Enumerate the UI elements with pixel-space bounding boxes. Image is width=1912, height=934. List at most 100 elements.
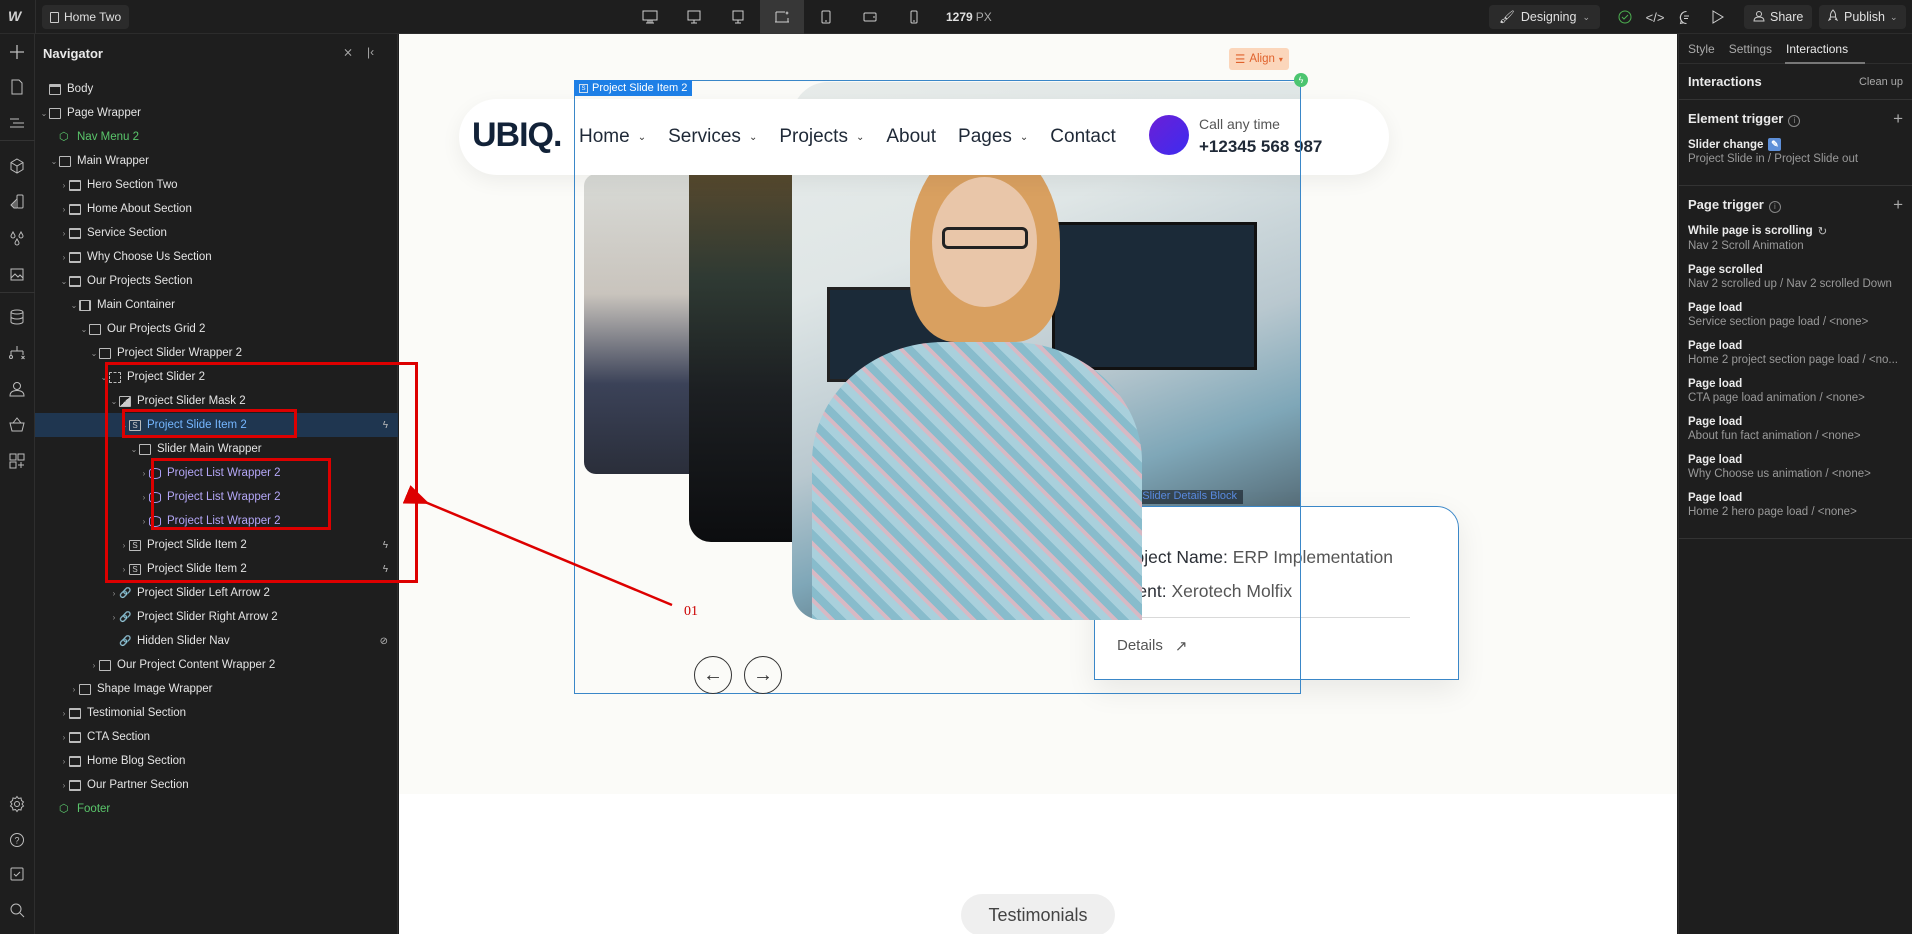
navigator-item[interactable]: › Testimonial Section: [35, 701, 398, 725]
chevron-right-icon[interactable]: ›: [119, 541, 129, 550]
pages-icon[interactable]: [7, 77, 27, 97]
add-element-trigger-button[interactable]: +: [1893, 109, 1903, 129]
canvas-width-readout[interactable]: 1279 PX: [946, 10, 992, 24]
comment-icon[interactable]: [1677, 8, 1695, 26]
navigator-item[interactable]: 🔗 Hidden Slider Nav ⊘: [35, 629, 398, 653]
chevron-down-icon[interactable]: ⌄: [59, 277, 69, 286]
align-button[interactable]: ☰ Align ▾: [1229, 48, 1289, 70]
chevron-down-icon[interactable]: ⌄: [119, 421, 129, 430]
navigator-item[interactable]: › Hero Section Two: [35, 173, 398, 197]
chevron-right-icon[interactable]: ›: [59, 757, 69, 766]
laptop-star-icon[interactable]: [760, 0, 804, 34]
desktop-icon[interactable]: [672, 0, 716, 34]
trigger-item[interactable]: Page load About fun fact animation / <non…: [1688, 416, 1903, 442]
navigator-item[interactable]: › S Project Slide Item 2 ϟ: [35, 557, 398, 581]
navigator-item[interactable]: Body: [35, 77, 398, 101]
chevron-down-icon[interactable]: ⌄: [99, 373, 109, 382]
info-icon[interactable]: i: [1768, 201, 1781, 213]
add-page-trigger-button[interactable]: +: [1893, 195, 1903, 215]
navigator-item[interactable]: › Project List Wrapper 2: [35, 461, 398, 485]
navigator-item[interactable]: › Why Choose Us Section: [35, 245, 398, 269]
hidden-eye-icon[interactable]: ⊘: [380, 636, 388, 647]
trigger-item[interactable]: Page load Home 2 project section page loa…: [1688, 340, 1903, 366]
navigator-item[interactable]: › Home Blog Section: [35, 749, 398, 773]
tab-settings[interactable]: Settings: [1729, 42, 1772, 56]
chevron-down-icon[interactable]: ⌄: [109, 397, 119, 406]
chevron-right-icon[interactable]: ›: [139, 517, 149, 526]
tablet-icon[interactable]: [804, 0, 848, 34]
tab-interactions[interactable]: Interactions: [1786, 42, 1848, 56]
chevron-down-icon[interactable]: ⌄: [69, 301, 79, 310]
users-icon[interactable]: [7, 379, 27, 399]
chevron-right-icon[interactable]: ›: [69, 685, 79, 694]
logic-flow-icon[interactable]: [7, 343, 27, 363]
chevron-right-icon[interactable]: ›: [59, 181, 69, 190]
navigator-item[interactable]: ⌄ Main Wrapper: [35, 149, 398, 173]
navigator-item[interactable]: ⌄ Page Wrapper: [35, 101, 398, 125]
collapse-all-icon[interactable]: ⨯: [343, 45, 353, 59]
navigator-item[interactable]: ⌄ Project Slider Wrapper 2: [35, 341, 398, 365]
close-panel-icon[interactable]: |‹: [367, 45, 374, 59]
chevron-down-icon[interactable]: ⌄: [89, 349, 99, 358]
mobile-landscape-icon[interactable]: [848, 0, 892, 34]
edit-pencil-icon[interactable]: ✎: [1768, 138, 1782, 151]
chevron-right-icon[interactable]: ›: [139, 469, 149, 478]
code-icon[interactable]: </>: [1646, 8, 1665, 26]
mobile-portrait-icon[interactable]: [892, 0, 936, 34]
navigator-item[interactable]: ⌄ S Project Slide Item 2 ϟ: [35, 413, 398, 437]
navigator-item[interactable]: ⌄ Main Container: [35, 293, 398, 317]
tab-style[interactable]: Style: [1688, 42, 1715, 56]
chevron-right-icon[interactable]: ›: [59, 253, 69, 262]
components-icon[interactable]: [7, 156, 27, 176]
navigator-item[interactable]: › Service Section: [35, 221, 398, 245]
chevron-right-icon[interactable]: ›: [109, 613, 119, 622]
styles-icon[interactable]: [7, 192, 27, 212]
help-icon[interactable]: ?: [7, 829, 27, 849]
chevron-right-icon[interactable]: ›: [139, 493, 149, 502]
chevron-down-icon[interactable]: ⌄: [79, 325, 89, 334]
navigator-item[interactable]: ⌄ Slider Main Wrapper: [35, 437, 398, 461]
slider-right-arrow-button[interactable]: →: [744, 656, 782, 694]
desktop-base-icon[interactable]: [716, 0, 760, 34]
navigator-item[interactable]: ⌄ Project Slider Mask 2: [35, 389, 398, 413]
design-canvas[interactable]: UBIQ. Home ⌄ Services ⌄ Projects ⌄ About Pages ⌄…: [399, 34, 1677, 934]
navigator-item[interactable]: › Shape Image Wrapper: [35, 677, 398, 701]
variables-drops-icon[interactable]: [7, 228, 27, 248]
trigger-item[interactable]: Slider change ✎ Project Slide in / Project…: [1688, 138, 1903, 165]
check-circle-icon[interactable]: [1616, 8, 1634, 26]
preview-play-icon[interactable]: [1709, 8, 1727, 26]
settings-gear-icon[interactable]: [7, 794, 27, 814]
ecommerce-basket-icon[interactable]: [7, 415, 27, 435]
cms-database-icon[interactable]: [7, 307, 27, 327]
page-selector-button[interactable]: Home Two: [42, 5, 130, 29]
trigger-item[interactable]: Page load Why Choose us animation / <none…: [1688, 454, 1903, 480]
chevron-right-icon[interactable]: ›: [59, 733, 69, 742]
mode-dropdown[interactable]: 🖌 Designing ⌄: [1489, 5, 1601, 29]
navigator-item[interactable]: › Project List Wrapper 2: [35, 509, 398, 533]
chevron-right-icon[interactable]: ›: [59, 229, 69, 238]
assets-image-icon[interactable]: [7, 264, 27, 284]
navigator-item[interactable]: › 🔗 Project Slider Left Arrow 2: [35, 581, 398, 605]
chevron-right-icon[interactable]: ›: [59, 781, 69, 790]
site-brand-logo[interactable]: UBIQ.: [472, 116, 562, 155]
trigger-item[interactable]: Page load Service section page load / <no…: [1688, 302, 1903, 328]
trigger-item[interactable]: Page load CTA page load animation / <none…: [1688, 378, 1903, 404]
navigator-item[interactable]: ⌄ Project Slider 2: [35, 365, 398, 389]
trigger-item[interactable]: Page scrolled Nav 2 scrolled up / Nav 2 s…: [1688, 264, 1903, 290]
add-element-icon[interactable]: [7, 42, 27, 62]
chevron-right-icon[interactable]: ›: [59, 205, 69, 214]
navigator-item[interactable]: › Home About Section: [35, 197, 398, 221]
search-icon[interactable]: [7, 900, 27, 920]
chevron-right-icon[interactable]: ›: [109, 589, 119, 598]
publish-button[interactable]: Publish ⌄: [1819, 5, 1906, 29]
chevron-right-icon[interactable]: ›: [59, 709, 69, 718]
chevron-down-icon[interactable]: ⌄: [49, 157, 59, 166]
navigator-icon[interactable]: [7, 113, 27, 133]
trigger-item[interactable]: Page load Home 2 hero page load / <none>: [1688, 492, 1903, 518]
chevron-down-icon[interactable]: ⌄: [129, 445, 139, 454]
audit-check-icon[interactable]: [7, 864, 27, 884]
clean-up-button[interactable]: Clean up: [1859, 76, 1903, 88]
desktop-large-icon[interactable]: [628, 0, 672, 34]
trigger-item[interactable]: While page is scrolling ↻ Nav 2 Scroll Ani…: [1688, 224, 1903, 252]
share-button[interactable]: Share: [1744, 5, 1813, 29]
